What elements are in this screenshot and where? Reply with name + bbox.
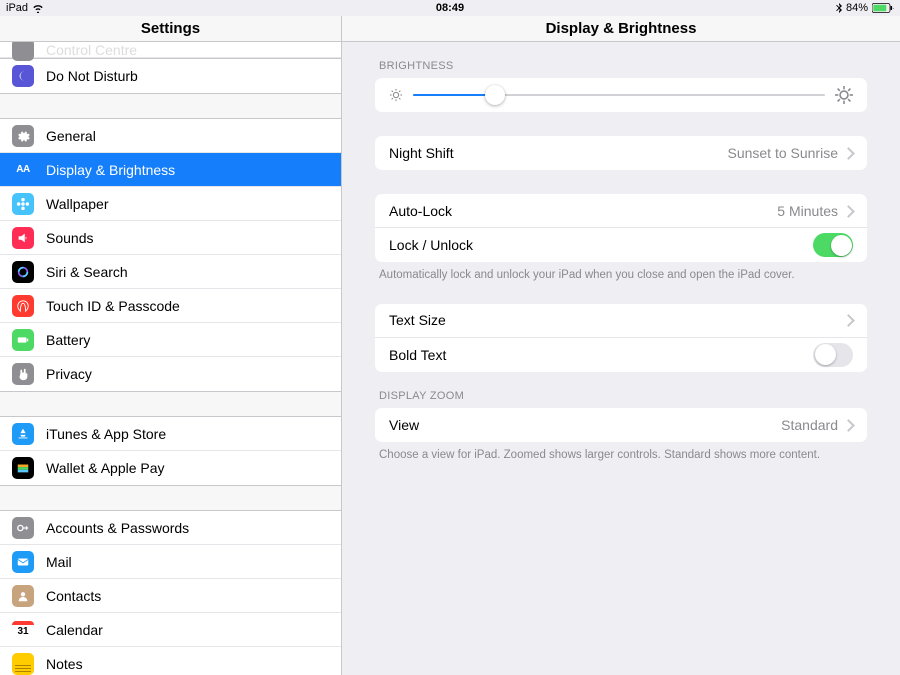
chevron-right-icon: [846, 205, 853, 217]
flower-icon: [12, 193, 34, 215]
view-label: View: [389, 417, 781, 433]
hand-icon: [12, 363, 34, 385]
gear-icon: [12, 125, 34, 147]
slider-thumb[interactable]: [485, 85, 505, 105]
detail-scroll[interactable]: BRIGHTNESS Night: [342, 42, 900, 675]
cal-icon: 31: [12, 619, 34, 641]
brightness-card: [375, 78, 867, 112]
sidebar-item-wallet-apple-pay[interactable]: Wallet & Apple Pay: [0, 451, 341, 485]
settings-sidebar: Settings Control Centre Do Not Disturb G…: [0, 16, 342, 675]
auto-lock-value: 5 Minutes: [777, 203, 838, 219]
sidebar-item-label: Do Not Disturb: [46, 68, 138, 84]
battery-icon: [12, 329, 34, 351]
sidebar-item-label: Wallet & Apple Pay: [46, 460, 165, 476]
lock-unlock-footer: Automatically lock and unlock your iPad …: [375, 262, 867, 284]
sidebar-item-battery[interactable]: Battery: [0, 323, 341, 357]
chevron-right-icon: [846, 147, 853, 159]
sidebar-scroll[interactable]: Control Centre Do Not Disturb General AA D…: [0, 42, 341, 675]
finger-icon: [12, 295, 34, 317]
sidebar-item-privacy[interactable]: Privacy: [0, 357, 341, 391]
sidebar-item-wallpaper[interactable]: Wallpaper: [0, 187, 341, 221]
sidebar-item-label: Calendar: [46, 622, 103, 638]
wifi-icon: [32, 4, 44, 13]
sidebar-item-accounts-passwords[interactable]: Accounts & Passwords: [0, 511, 341, 545]
sidebar-item-label: Wallpaper: [46, 196, 109, 212]
sidebar-item-itunes-app-store[interactable]: iTunes & App Store: [0, 417, 341, 451]
sidebar-item-label: Mail: [46, 554, 72, 570]
status-time: 08:49: [436, 2, 464, 14]
aa-icon: AA: [12, 159, 34, 181]
notes-icon: [12, 653, 34, 675]
chevron-right-icon: [846, 314, 853, 326]
sidebar-item-label: Touch ID & Passcode: [46, 298, 180, 314]
lock-unlock-label: Lock / Unlock: [389, 237, 813, 253]
siri-icon: [12, 261, 34, 283]
section-label-zoom: DISPLAY ZOOM: [375, 372, 867, 408]
sidebar-item-sounds[interactable]: Sounds: [0, 221, 341, 255]
bold-text-label: Bold Text: [389, 347, 813, 363]
sidebar-item-label: General: [46, 128, 96, 144]
sidebar-item-contacts[interactable]: Contacts: [0, 579, 341, 613]
brightness-slider[interactable]: [375, 78, 867, 112]
sidebar-item-touch-id-passcode[interactable]: Touch ID & Passcode: [0, 289, 341, 323]
bold-text-row[interactable]: Bold Text: [375, 338, 867, 372]
battery-percent: 84%: [846, 2, 868, 14]
device-label: iPad: [6, 2, 28, 14]
view-value: Standard: [781, 417, 838, 433]
sidebar-item-label: Control Centre: [46, 42, 137, 58]
sidebar-item-label: Sounds: [46, 230, 93, 246]
sidebar-item-calendar[interactable]: 31 Calendar: [0, 613, 341, 647]
sun-big-icon: [835, 86, 853, 104]
mail-icon: [12, 551, 34, 573]
text-size-label: Text Size: [389, 312, 846, 328]
sidebar-item-label: Notes: [46, 656, 83, 672]
sidebar-item-display-brightness[interactable]: AA Display & Brightness: [0, 153, 341, 187]
wallet-icon: [12, 457, 34, 479]
sidebar-item-label: Battery: [46, 332, 90, 348]
status-bar: iPad 08:49 84% +: [0, 0, 900, 16]
sidebar-item-general[interactable]: General: [0, 119, 341, 153]
auto-lock-row[interactable]: Auto-Lock 5 Minutes: [375, 194, 867, 228]
text-size-row[interactable]: Text Size: [375, 304, 867, 338]
section-label-brightness: BRIGHTNESS: [375, 42, 867, 78]
detail-pane: Display & Brightness BRIGHTNESS: [342, 16, 900, 675]
view-row[interactable]: View Standard: [375, 408, 867, 442]
lock-unlock-row[interactable]: Lock / Unlock: [375, 228, 867, 262]
chevron-right-icon: [846, 419, 853, 431]
sidebar-item-do-not-disturb[interactable]: Do Not Disturb: [0, 59, 341, 93]
night-shift-row[interactable]: Night Shift Sunset to Sunrise: [375, 136, 867, 170]
sound-icon: [12, 227, 34, 249]
zoom-footer: Choose a view for iPad. Zoomed shows lar…: [375, 442, 867, 464]
slider-fill: [413, 94, 495, 96]
sun-small-icon: [389, 88, 403, 102]
sidebar-item-label: Display & Brightness: [46, 162, 175, 178]
svg-text:+: +: [893, 4, 894, 13]
moon-icon: [12, 65, 34, 87]
sidebar-item-notes[interactable]: Notes: [0, 647, 341, 675]
sidebar-item-siri-search[interactable]: Siri & Search: [0, 255, 341, 289]
lock-unlock-switch[interactable]: [813, 233, 853, 257]
sidebar-item-label: Contacts: [46, 588, 101, 604]
sidebar-item-label: Accounts & Passwords: [46, 520, 189, 536]
sidebar-item-label: Siri & Search: [46, 264, 128, 280]
detail-title: Display & Brightness: [342, 16, 900, 42]
slider-track[interactable]: [413, 94, 825, 96]
auto-lock-label: Auto-Lock: [389, 203, 777, 219]
key-icon: [12, 517, 34, 539]
bold-text-switch[interactable]: [813, 343, 853, 367]
night-shift-label: Night Shift: [389, 145, 727, 161]
sidebar-item-control-centre[interactable]: Control Centre: [0, 42, 341, 58]
sidebar-item-mail[interactable]: Mail: [0, 545, 341, 579]
bluetooth-icon: [836, 3, 842, 13]
battery-icon: +: [872, 3, 894, 13]
night-shift-value: Sunset to Sunrise: [727, 145, 838, 161]
sidebar-title: Settings: [0, 16, 341, 42]
contact-icon: [12, 585, 34, 607]
sidebar-item-label: iTunes & App Store: [46, 426, 166, 442]
appstore-icon: [12, 423, 34, 445]
sidebar-item-label: Privacy: [46, 366, 92, 382]
